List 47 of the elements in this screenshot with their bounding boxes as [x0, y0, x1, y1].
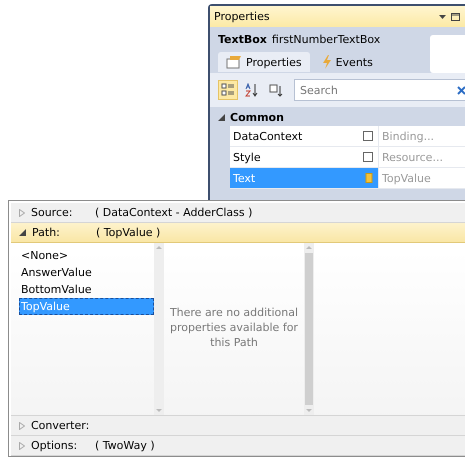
collapse-triangle-icon[interactable] [218, 114, 225, 121]
lightning-icon [322, 55, 332, 69]
path-item[interactable]: BottomValue [19, 281, 154, 298]
path-item[interactable]: <None> [19, 247, 154, 264]
window-title: Properties [214, 10, 271, 23]
property-value: TopValue [382, 172, 431, 184]
property-name: Text [233, 172, 256, 184]
empty-message: There are no additional properties available for this Path [170, 306, 298, 349]
property-row[interactable]: Style Resource... [230, 147, 465, 168]
search-field[interactable]: Search [294, 79, 465, 101]
dropdown-arrow-icon[interactable] [439, 14, 446, 18]
property-row[interactable]: DataContext Binding... [230, 126, 465, 147]
section-label: Path: [32, 226, 61, 239]
object-name: firstNumberTextBox [272, 33, 380, 46]
section-label: Converter: [31, 419, 89, 432]
control-preview [430, 35, 465, 73]
property-sheet-icon [226, 55, 242, 69]
categorized-list-icon [221, 83, 235, 97]
property-name: DataContext [233, 130, 302, 142]
property-marker-icon[interactable] [363, 152, 373, 162]
object-type: TextBox [218, 33, 267, 46]
section-value: ( DataContext - AdderClass ) [95, 206, 252, 219]
property-value: Binding... [382, 130, 434, 142]
section-header[interactable]: Source: ( DataContext - AdderClass ) [11, 203, 465, 223]
section-header[interactable]: Options: ( TwoWay ) [11, 436, 465, 456]
property-name: Style [233, 150, 261, 164]
maximize-icon[interactable] [451, 12, 460, 20]
section-label: Source: [31, 206, 74, 219]
path-item[interactable]: AnswerValue [19, 264, 154, 281]
view-button[interactable] [218, 80, 238, 100]
clear-icon[interactable] [457, 86, 465, 95]
section-header[interactable]: Path: ( TopValue ) [11, 223, 465, 243]
property-value: Resource... [382, 150, 443, 164]
scrollbar[interactable] [154, 243, 164, 415]
section-value: ( TwoWay ) [95, 439, 155, 452]
binding-marker-icon[interactable] [365, 173, 373, 183]
sort-alphabetical-icon [245, 83, 259, 97]
sort-by-source-icon [269, 83, 283, 97]
tab[interactable]: Events [314, 52, 381, 72]
collapse-triangle-icon[interactable] [19, 229, 26, 236]
tab[interactable]: Properties [218, 52, 310, 72]
category-label: Common [230, 111, 284, 124]
section-value: ( TopValue ) [96, 226, 160, 239]
property-marker-icon[interactable] [363, 131, 373, 141]
section-label: Options: [31, 439, 78, 452]
scrollbar[interactable] [304, 243, 314, 415]
section-header[interactable]: Converter: [11, 416, 465, 436]
